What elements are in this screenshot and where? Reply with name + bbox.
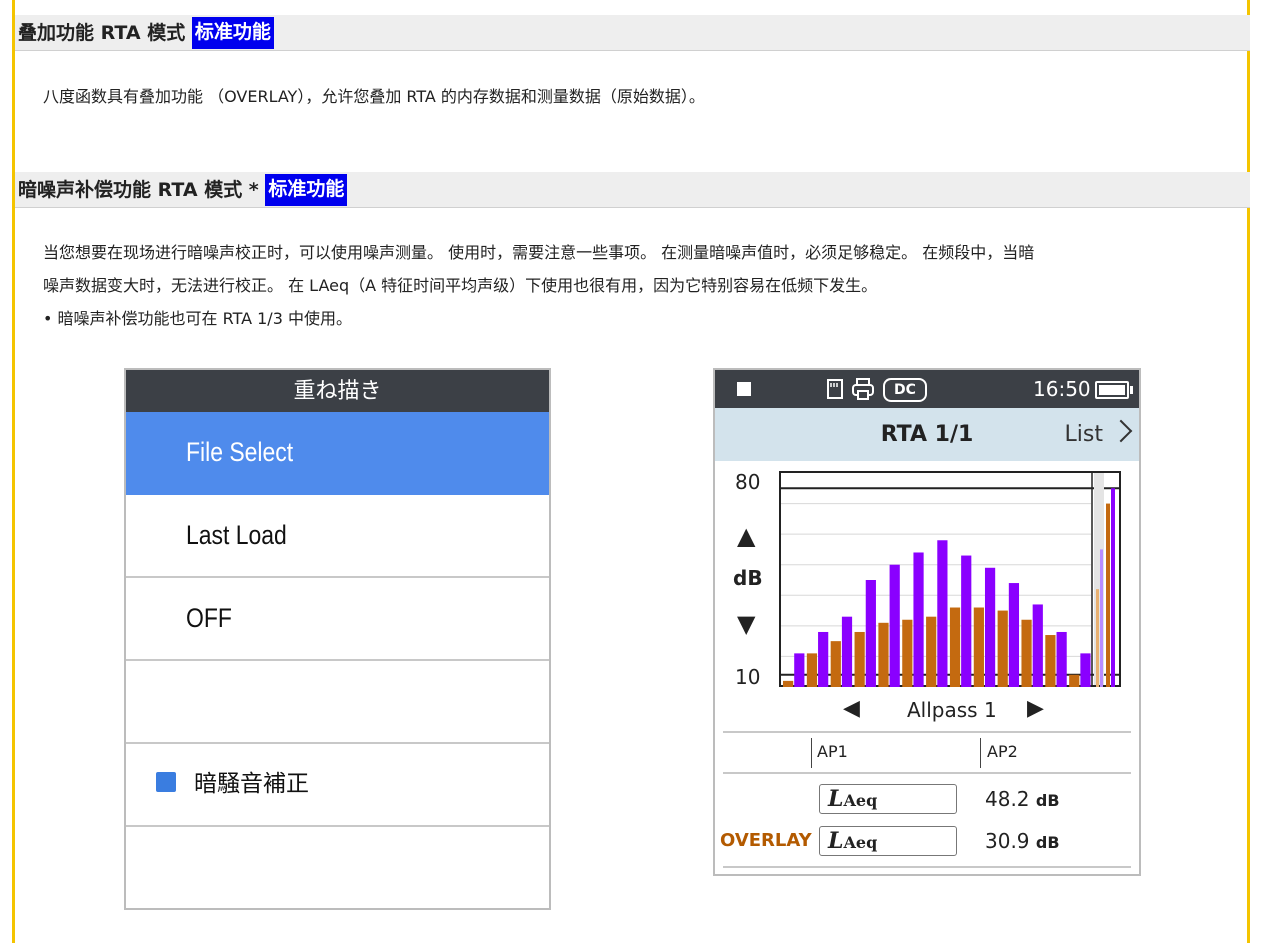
overlay-bar [806, 653, 818, 687]
next-filter-icon[interactable]: ▶ [1027, 696, 1044, 721]
overlay-bar [949, 607, 961, 687]
prev-filter-icon[interactable]: ◀ [843, 696, 860, 721]
column-ap1: AP1 [817, 742, 848, 761]
measure-bar [841, 616, 853, 687]
clock-time: 16:50 [1033, 377, 1091, 401]
menu-item-empty [126, 827, 549, 910]
measure-bar [1008, 583, 1020, 687]
overlay-menu: 重ね描き File Select Last Load OFF 暗騒音補正 [124, 368, 551, 910]
measure-bar [913, 552, 924, 687]
dc-power-icon: DC [883, 378, 927, 402]
status-bar: DC 16:50 [715, 370, 1139, 408]
measure-bar [937, 540, 948, 687]
menu-item-file-select[interactable]: File Select [126, 412, 549, 495]
allpass-overlay-bar [1106, 503, 1110, 687]
measure-bar [1080, 653, 1091, 687]
measure-bar [984, 567, 996, 687]
overlay-bar [902, 619, 913, 687]
allpass-shadow-bar [1096, 589, 1099, 687]
section-title: 暗噪声补偿功能 RTA 模式 * [18, 179, 259, 201]
measure-value: 48.2 dB [985, 787, 1060, 811]
menu-item-dark-noise-correction[interactable]: 暗騒音補正 [126, 744, 549, 827]
overlay-bar [830, 641, 841, 687]
menu-item-empty [126, 661, 549, 744]
dark-noise-bullet: • 暗噪声补偿功能也可在 RTA 1/3 中使用。 [43, 309, 352, 328]
measure-bar [1032, 604, 1043, 687]
y-axis-unit: dB [733, 566, 763, 590]
measure-bar [865, 580, 876, 687]
battery-icon [1095, 381, 1133, 399]
overlay-bar [1045, 635, 1056, 687]
divider [811, 738, 812, 768]
overlay-bar [854, 631, 865, 687]
printer-icon [852, 378, 874, 400]
rta-device-screen: DC 16:50 RTA 1/1 List 80 ▲ dB ▼ 10 ◀ All… [713, 368, 1141, 876]
divider [723, 866, 1131, 868]
overlay-value: 30.9 dB [985, 829, 1060, 853]
allpass-shadow-bar [1100, 549, 1103, 687]
overlay-bar [973, 607, 984, 687]
standard-feature-tag: 标准功能 [265, 174, 348, 206]
dark-noise-line-1: 当您想要在现场进行暗噪声校正时，可以使用噪声测量。 使用时，需要注意一些事项。 … [43, 243, 1035, 262]
overlay-bar [783, 680, 794, 687]
list-button[interactable]: List [1065, 408, 1103, 461]
stop-icon [737, 382, 751, 396]
y-axis-bottom-label: 10 [735, 665, 761, 689]
measure-bar [961, 555, 972, 687]
rta-header: RTA 1/1 List [715, 408, 1139, 461]
dark-noise-label: 暗騒音補正 [194, 771, 309, 797]
rta-bar-chart [779, 471, 1121, 687]
menu-title: 重ね描き [126, 370, 549, 412]
divider [723, 731, 1131, 733]
measure-bar [1056, 631, 1067, 687]
y-axis-top-label: 80 [735, 470, 761, 494]
measure-field[interactable]: LAeq [819, 784, 957, 814]
overlay-label: OVERLAY [720, 830, 812, 851]
overlay-bar [1069, 674, 1080, 687]
standard-feature-tag: 标准功能 [191, 17, 274, 49]
overlay-bar [878, 622, 889, 687]
sd-card-icon [827, 379, 843, 399]
divider [980, 738, 981, 768]
divider [723, 772, 1131, 774]
menu-item-last-load[interactable]: Last Load [126, 495, 549, 578]
section-title: 叠加功能 RTA 模式 [18, 22, 186, 44]
column-ap2: AP2 [987, 742, 1018, 761]
overlay-bar [1021, 619, 1032, 687]
overlay-field[interactable]: LAeq [819, 826, 957, 856]
allpass-measure-bar [1111, 488, 1115, 687]
menu-item-off[interactable]: OFF [126, 578, 549, 661]
level-down-icon[interactable]: ▼ [737, 610, 755, 638]
section-heading-dark-noise: 暗噪声补偿功能 RTA 模式 * 标准功能 [15, 172, 1250, 208]
checkbox-checked-icon[interactable] [156, 771, 176, 815]
measure-bar [794, 653, 805, 687]
overlay-description: 八度函数具有叠加功能 （OVERLAY），允许您叠加 RTA 的内存数据和测量数… [43, 87, 705, 106]
section-heading-overlay: 叠加功能 RTA 模式 标准功能 [15, 15, 1250, 51]
dark-noise-line-2: 噪声数据变大时，无法进行校正。 在 LAeq（A 特征时间平均声级）下使用也很有… [43, 276, 878, 295]
measure-bar [889, 564, 900, 687]
measure-bar [818, 631, 829, 687]
overlay-bar [926, 616, 937, 687]
level-up-icon[interactable]: ▲ [737, 522, 755, 550]
overlay-bar [997, 610, 1008, 687]
filter-label: Allpass 1 [907, 698, 997, 722]
